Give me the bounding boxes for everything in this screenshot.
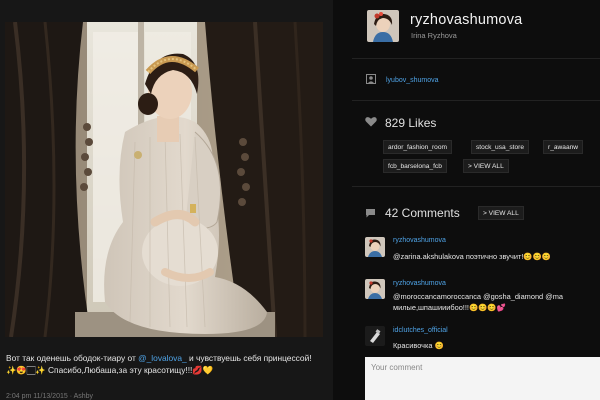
post-caption: Вот так оденешь ободок-тиару от @_lovalo… — [6, 352, 330, 376]
liker-chip[interactable]: stock_usa_store — [471, 140, 530, 154]
comment-avatar[interactable] — [365, 326, 385, 346]
avatar-image — [367, 10, 399, 42]
heart-icon[interactable] — [365, 116, 377, 127]
divider — [352, 100, 600, 101]
likes-count: 829 Likes — [385, 116, 437, 130]
caption-text-end: и чувствуешь себя принцессой! — [186, 353, 312, 363]
liker-chip[interactable]: fcb_barselona_fcb — [383, 159, 447, 173]
user-tag-icon — [366, 74, 376, 84]
clutch-logo-icon — [365, 326, 385, 346]
avatar-image — [365, 279, 385, 299]
profile-username[interactable]: ryzhovashumova — [410, 12, 522, 28]
caption-mention-link[interactable]: @_lovalova_ — [138, 353, 187, 363]
avatar-image — [365, 237, 385, 257]
comment-text-line2: милые,шпашииибоо!!!😊😊😊💕 — [393, 303, 506, 312]
comment-text: Красивочка 😊 — [393, 341, 444, 350]
post-meta: 2:04 pm 11/13/2015 · Ashby — [6, 393, 94, 400]
comment-bubble-icon — [366, 209, 375, 218]
profile-full-name: Irina Ryzhova — [411, 31, 457, 40]
caption-text: Вот так оденешь ободок-тиару от — [6, 353, 139, 363]
liker-chip[interactable]: ardor_fashion_room — [383, 140, 453, 154]
comment-text: @moroccancamoroccanca @gosha_diamond @ma — [393, 292, 563, 301]
caption-text-line2: ✨😍🏻✨ Спасибо,Любаша,за эту красотищу!!!💋… — [6, 365, 214, 375]
comment-text: @zarina.akshulakova поэтично звучит!😊😊😊 — [393, 252, 552, 261]
post-panel: Вот так оденешь ободок-тиару от @_lovalo… — [0, 0, 333, 400]
likes-view-all-button[interactable]: > VIEW ALL — [463, 159, 509, 173]
comment-avatar[interactable] — [365, 279, 385, 299]
divider — [352, 58, 600, 59]
comment-username[interactable]: ryzhovashumova — [393, 280, 446, 287]
comments-count: 42 Comments — [385, 206, 460, 220]
post-photo-illustration — [5, 22, 323, 337]
post-photo[interactable] — [5, 22, 323, 337]
comment-username[interactable]: idclutches_official — [393, 327, 448, 334]
comment-username[interactable]: ryzhovashumova — [393, 237, 446, 244]
tagged-user-link[interactable]: lyubov_shumova — [386, 77, 439, 84]
comment-input[interactable] — [365, 357, 600, 400]
divider — [352, 186, 600, 187]
profile-avatar[interactable] — [367, 10, 399, 42]
comments-view-all-button[interactable]: > VIEW ALL — [478, 206, 524, 220]
liker-chip[interactable]: r_awaanw — [543, 140, 584, 154]
comment-avatar[interactable] — [365, 237, 385, 257]
